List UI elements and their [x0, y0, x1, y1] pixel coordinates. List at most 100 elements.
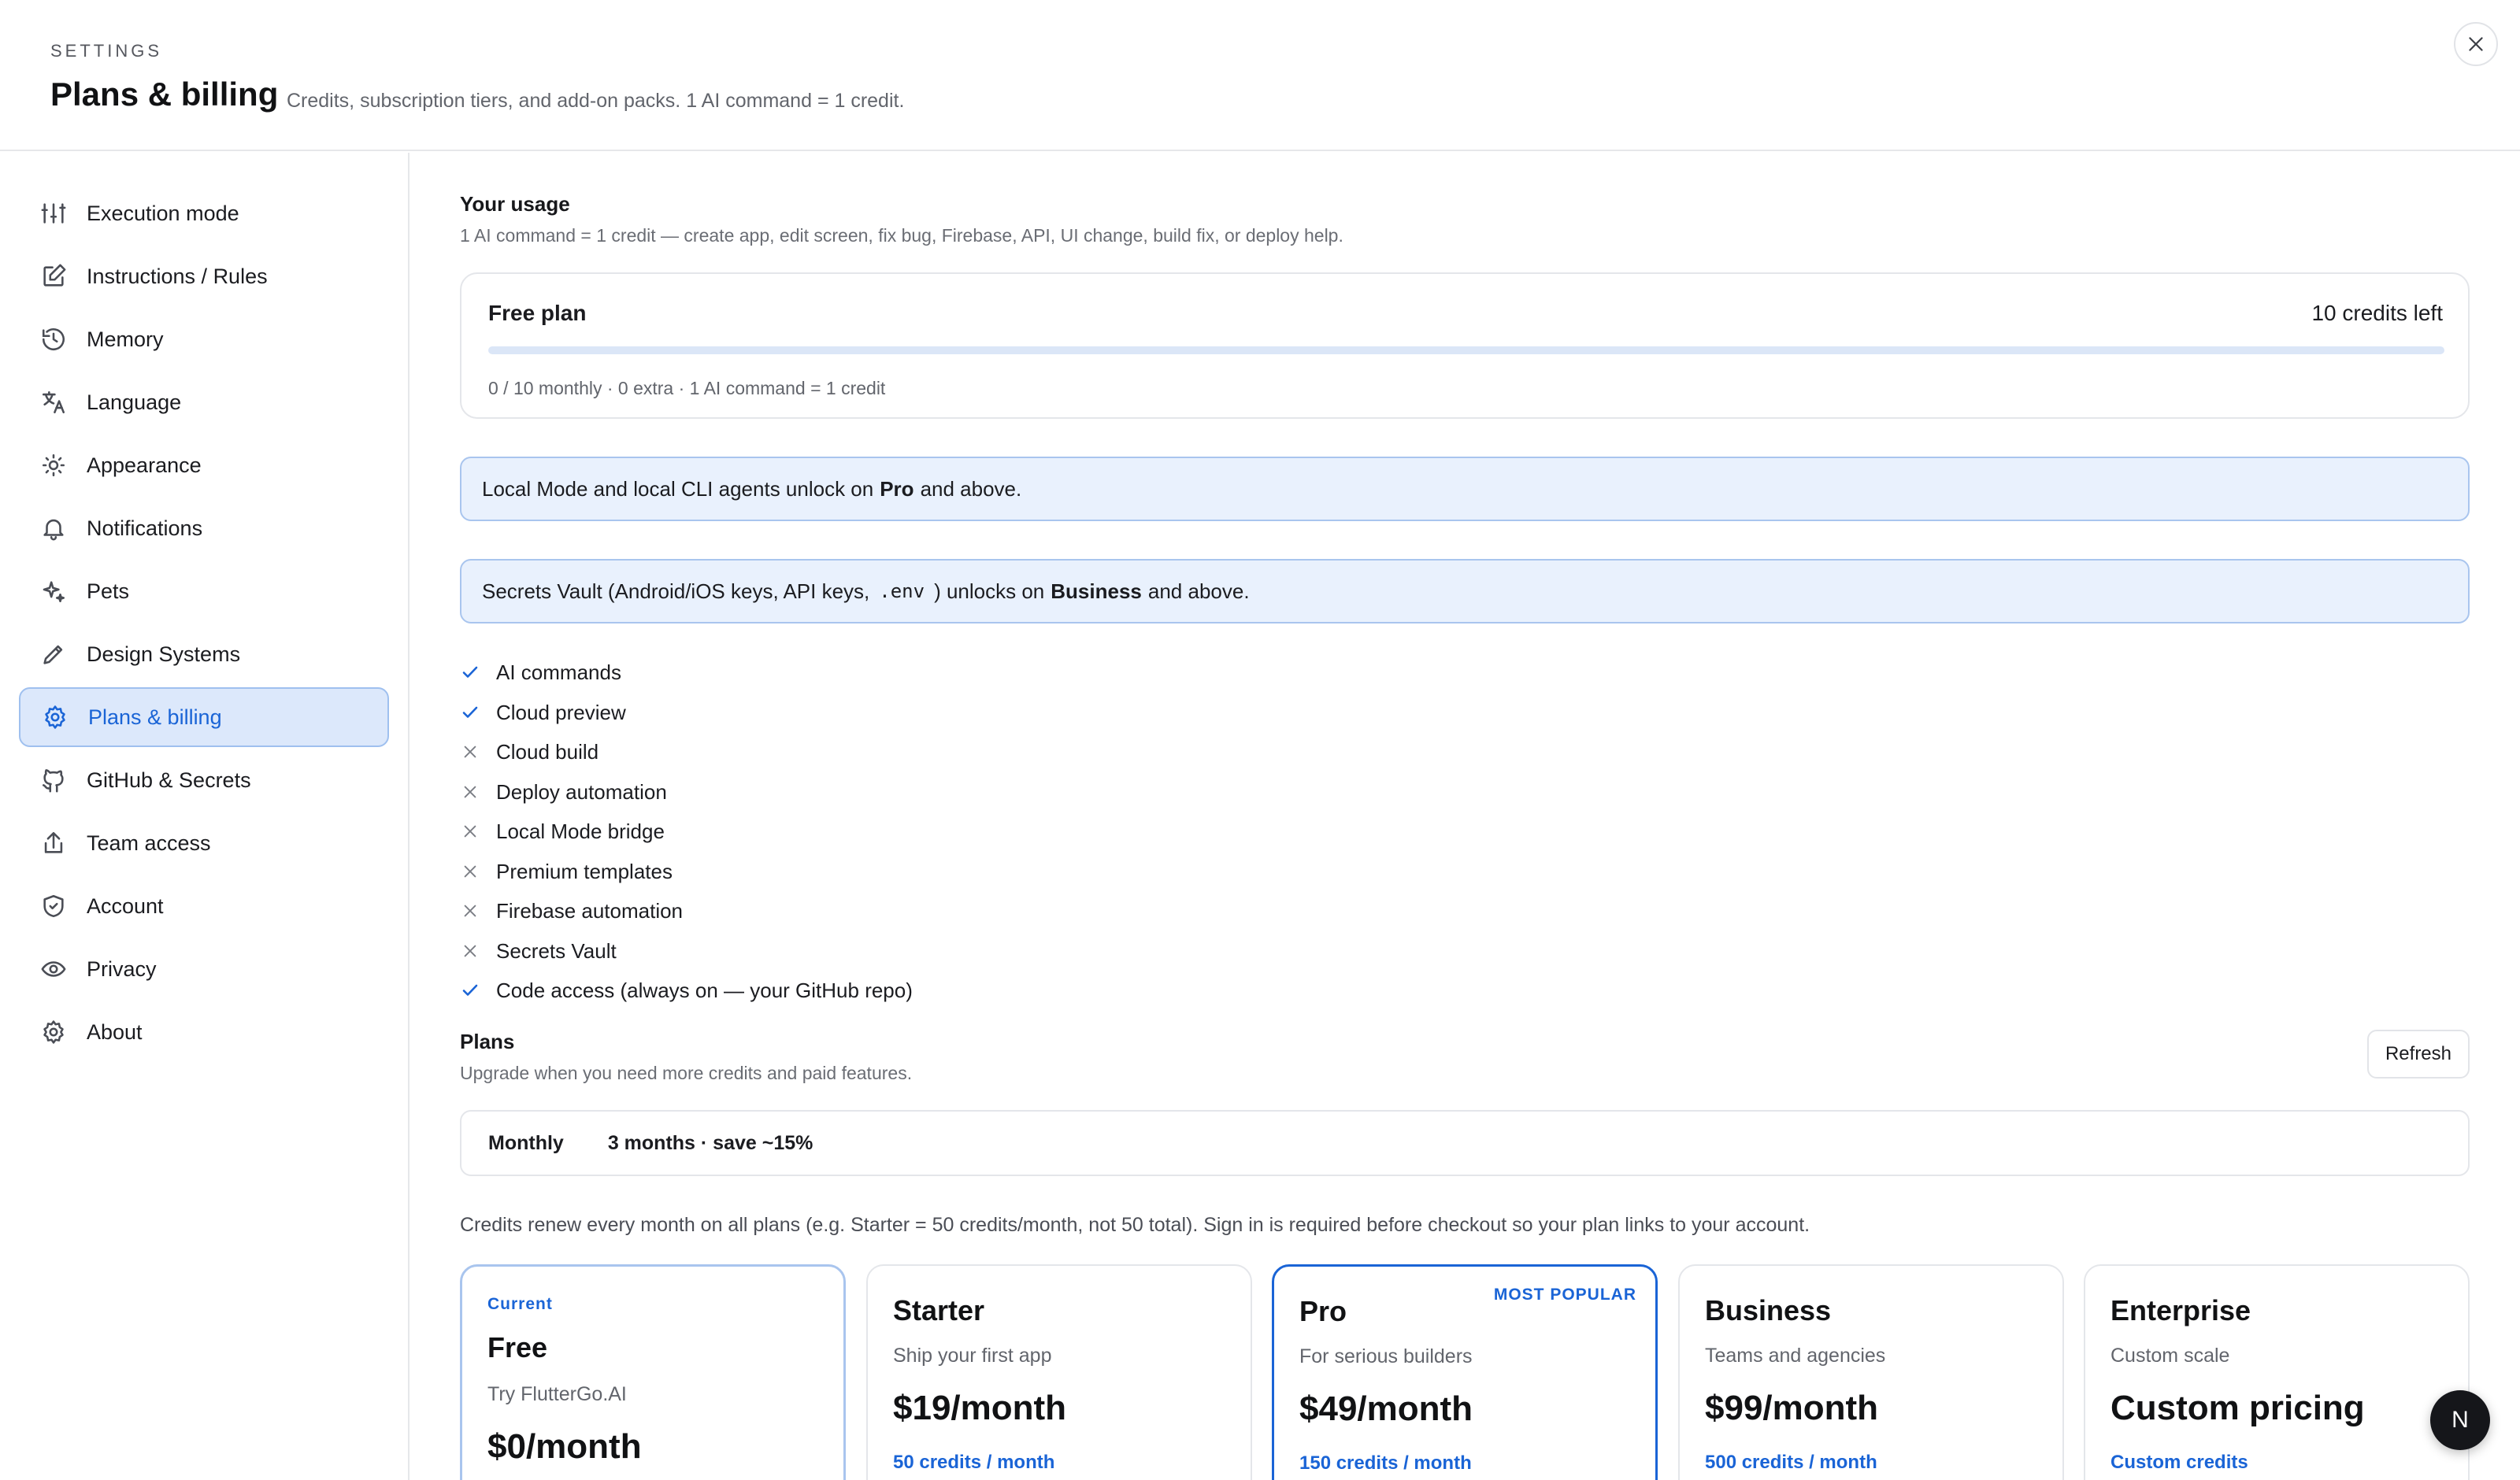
cross-icon [460, 782, 480, 802]
billing-period-toggle: Monthly 3 months · save ~15% [460, 1110, 2470, 1176]
plan-name: Free [487, 1331, 548, 1363]
sidebar-item-label: Team access [87, 831, 211, 855]
plan-name: Enterprise [2110, 1294, 2251, 1326]
feature-item: Deploy automation [460, 776, 667, 808]
plan-tagline: For serious builders [1299, 1345, 1473, 1367]
local-mode-notice: Local Mode and local CLI agents unlock o… [460, 457, 2470, 521]
gear-icon [39, 701, 71, 733]
sidebar-item-plans-billing[interactable]: Plans & billing [19, 687, 389, 747]
close-button[interactable] [2454, 22, 2498, 66]
feature-item: Cloud preview [460, 697, 626, 728]
sidebar-item-privacy[interactable]: Privacy [19, 939, 389, 999]
sliders-icon [38, 198, 69, 229]
share-icon [38, 827, 69, 859]
settings-sidebar: Execution mode Instructions / Rules Memo… [0, 153, 410, 1480]
feature-item: Cloud build [460, 736, 598, 768]
sidebar-item-github-secrets[interactable]: GitHub & Secrets [19, 750, 389, 810]
sun-icon [38, 450, 69, 481]
usage-plan-name: Free plan [488, 301, 587, 325]
plan-tagline: Ship your first app [893, 1345, 1052, 1367]
sidebar-item-memory[interactable]: Memory [19, 309, 389, 369]
notice-code: .env [879, 580, 925, 602]
feature-item: Firebase automation [460, 895, 683, 927]
billing-option-quarterly[interactable]: 3 months · save ~15% [608, 1132, 813, 1155]
sidebar-item-pets[interactable]: Pets [19, 561, 389, 621]
secrets-vault-notice: Secrets Vault (Android/iOS keys, API key… [460, 559, 2470, 623]
sidebar-item-team-access[interactable]: Team access [19, 813, 389, 873]
sidebar-item-appearance[interactable]: Appearance [19, 435, 389, 495]
plan-credits: 50 credits / month [893, 1452, 1055, 1473]
github-icon [38, 764, 69, 796]
main-content: Your usage 1 AI command = 1 credit — cre… [460, 153, 2470, 1480]
notice-plan: Pro [880, 476, 914, 501]
feature-item: Local Mode bridge [460, 816, 665, 847]
notice-plan: Business [1051, 579, 1142, 603]
plan-credits: 500 credits / month [1705, 1452, 1877, 1473]
plan-card-free[interactable]: Current Free Try FlutterGo.AI $0/month [460, 1264, 846, 1480]
sidebar-item-label: GitHub & Secrets [87, 768, 251, 792]
notice-text: and above. [1147, 579, 1250, 603]
feature-label: Secrets Vault [496, 938, 617, 963]
plans-description: Upgrade when you need more credits and p… [460, 1063, 913, 1083]
usage-card: Free plan 10 credits left 0 / 10 monthly… [460, 272, 2470, 419]
credits-left: 10 credits left [2311, 301, 2443, 325]
close-icon [2469, 37, 2483, 51]
user-avatar[interactable]: N [2430, 1390, 2490, 1450]
sidebar-item-account[interactable]: Account [19, 876, 389, 936]
sidebar-item-notifications[interactable]: Notifications [19, 498, 389, 558]
page-title: Plans & billing [50, 76, 279, 113]
plan-name: Pro [1299, 1295, 1347, 1327]
feature-item: Premium templates [460, 856, 673, 887]
sidebar-item-about[interactable]: About [19, 1002, 389, 1062]
plan-credits: 150 credits / month [1299, 1452, 1472, 1474]
sidebar-item-execution-mode[interactable]: Execution mode [19, 183, 389, 243]
plan-card-pro[interactable]: MOST POPULAR Pro For serious builders $4… [1272, 1264, 1658, 1480]
edit-icon [38, 261, 69, 292]
shield-icon [38, 890, 69, 922]
settings-eyebrow: SETTINGS [50, 41, 163, 61]
plans-title: Plans [460, 1030, 515, 1053]
check-icon [460, 980, 480, 1001]
sidebar-item-design-systems[interactable]: Design Systems [19, 624, 389, 684]
sidebar-item-label: Account [87, 894, 164, 918]
plan-card-enterprise[interactable]: Enterprise Custom scale Custom pricing C… [2084, 1264, 2470, 1480]
usage-title: Your usage [460, 192, 570, 216]
sidebar-item-label: Language [87, 390, 182, 414]
sidebar-item-label: Design Systems [87, 642, 241, 666]
sidebar-item-label: Pets [87, 579, 130, 603]
plan-name: Starter [893, 1294, 985, 1326]
plan-card-starter[interactable]: Starter Ship your first app $19/month 50… [866, 1264, 1252, 1480]
feature-item: Secrets Vault [460, 935, 617, 967]
sparkle-icon [38, 575, 69, 607]
sidebar-item-instructions[interactable]: Instructions / Rules [19, 246, 389, 306]
plan-tagline: Try FlutterGo.AI [487, 1383, 627, 1405]
usage-meta: 0 / 10 monthly · 0 extra · 1 AI command … [488, 378, 886, 398]
current-plan-badge: Current [487, 1295, 553, 1313]
history-icon [38, 324, 69, 355]
translate-icon [38, 387, 69, 418]
feature-label: Code access (always on — your GitHub rep… [496, 978, 913, 1002]
check-icon [460, 662, 480, 683]
plan-card-business[interactable]: Business Teams and agencies $99/month 50… [1678, 1264, 2064, 1480]
notice-text: ) unlocks on [934, 579, 1045, 603]
cross-icon [460, 861, 480, 882]
feature-label: AI commands [496, 660, 621, 684]
credits-renew-note: Credits renew every month on all plans (… [460, 1214, 1810, 1236]
plan-price: $49/month [1299, 1389, 1473, 1428]
plan-tagline: Teams and agencies [1705, 1345, 1886, 1367]
settings-header: SETTINGS Plans & billing Credits, subscr… [0, 0, 2520, 151]
cross-icon [460, 821, 480, 842]
plan-name: Business [1705, 1294, 1832, 1326]
notice-text: and above. [920, 476, 1022, 501]
most-popular-badge: MOST POPULAR [1493, 1286, 1636, 1304]
sidebar-item-label: Notifications [87, 516, 203, 540]
eye-icon [38, 953, 69, 985]
cross-icon [460, 901, 480, 921]
sidebar-item-language[interactable]: Language [19, 372, 389, 432]
refresh-button[interactable]: Refresh [2367, 1030, 2470, 1079]
plan-price: $99/month [1705, 1389, 1879, 1427]
usage-description: 1 AI command = 1 credit — create app, ed… [460, 225, 1343, 246]
billing-option-monthly[interactable]: Monthly [488, 1132, 564, 1155]
sidebar-item-label: Plans & billing [88, 705, 222, 729]
feature-item: Code access (always on — your GitHub rep… [460, 975, 913, 1006]
